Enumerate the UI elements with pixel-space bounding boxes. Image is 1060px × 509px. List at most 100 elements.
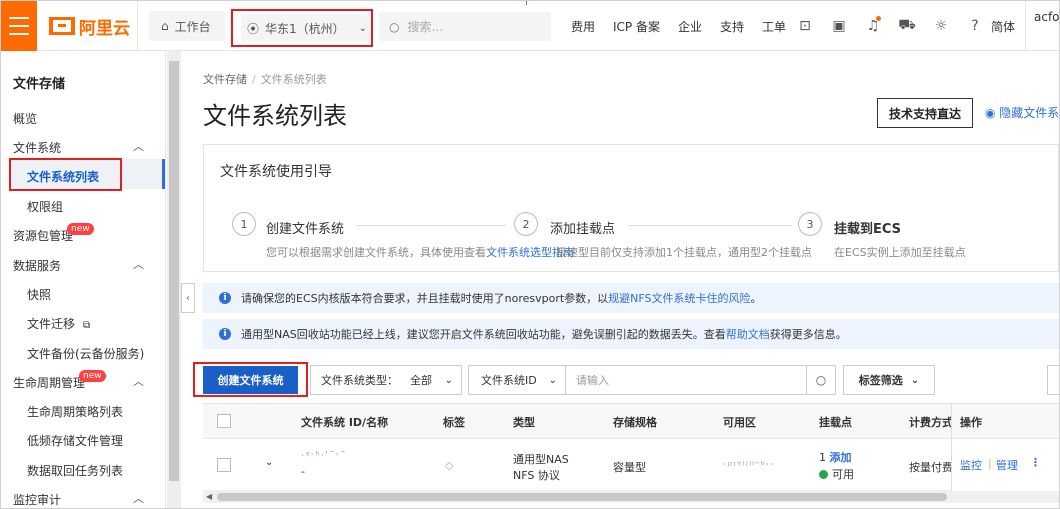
chevron-down-icon: ⌄ [910,374,920,386]
new-badge: new [67,223,94,235]
sidebar-item-package[interactable]: 资源包管理 [13,227,73,244]
hide-guide-link[interactable]: ◉ 隐藏文件系 [985,104,1059,121]
breadcrumb-root[interactable]: 文件存储 [203,73,247,86]
col-billing: 计费方式 [909,416,953,429]
step-number: 1 [232,212,256,236]
sidebar-group-audit[interactable]: 监控审计 [13,491,61,508]
sidebar-item-snapshot[interactable]: 快照 [27,286,51,303]
sidebar: 文件存储 概览 文件系统 ︿ 文件系统列表 权限组 资源包管理 new 数据服务… [1,51,166,508]
step-title: 创建文件系统 [266,222,345,237]
mount-status: 可用 [819,466,854,482]
bell-icon[interactable]: ♫ [863,16,883,36]
col-tag: 标签 [443,416,465,429]
ops-header: 操作 [952,403,1059,439]
chevron-down-icon: ⌄ [548,374,557,386]
region-selector[interactable]: ⦿ 华东1（杭州） ⌄ [241,14,371,42]
sidebar-group-lifecycle[interactable]: 生命周期管理 [13,374,85,391]
divider [526,1,527,5]
nav-enterprise[interactable]: 企业 [678,18,702,35]
sidebar-group-data-service[interactable]: 数据服务 [13,257,61,274]
col-ops: 操作 [960,416,982,429]
expand-row-icon[interactable]: ⌄ [265,457,273,468]
collapse-sidebar-button[interactable]: ‹ [181,283,195,313]
sidebar-item-overview[interactable]: 概览 [13,110,37,127]
more-icon[interactable]: ⋮ [1030,456,1041,469]
fs-type-value: 全部 [410,374,432,387]
billing-icon[interactable]: ⊡ [795,16,815,36]
bulb-icon[interactable]: ☼ [931,16,951,36]
help-icon[interactable]: ? [965,16,985,36]
sidebar-item-migration[interactable]: 文件迁移 ⧉ [27,315,90,332]
nav-support[interactable]: 支持 [720,18,744,35]
notice-kernel: i 请确保您的ECS内核版本符合要求，并且挂载时使用了noresvport参数，… [203,283,1059,313]
notification-dot [876,16,881,21]
step-desc: 您可以根据需求创建文件系统，具体使用查看文件系统选型指南 [266,244,574,260]
chevron-up-icon[interactable]: ︿ [133,373,144,389]
notice-text-end: 获得更多信息。 [769,328,847,341]
row-checkbox[interactable] [217,458,231,472]
sidebar-group-filesystem[interactable]: 文件系统 [13,139,61,156]
workbench-label: 工作台 [174,19,211,34]
aliyun-logo[interactable]: 阿里云 [49,14,130,39]
sidebar-scrollbar-thumb[interactable] [169,61,179,481]
manage-link[interactable]: 管理 [996,457,1018,473]
sidebar-item-lowfreq[interactable]: 低频存储文件管理 [27,432,123,449]
terminal-icon[interactable]: ▣ [829,16,849,36]
fs-name: - [301,465,305,478]
chevron-up-icon[interactable]: ︿ [133,256,144,272]
cart-icon[interactable]: ⛟ [897,16,917,36]
chevron-left-icon: ‹ [186,292,190,304]
account-menu[interactable]: acfor [1025,1,1059,51]
global-search-input[interactable]: ○ 搜索... [379,12,551,41]
sidebar-item-backup[interactable]: 文件备份(云备份服务) [27,345,144,362]
scroll-left-arrow-icon[interactable]: ◀ [206,492,212,501]
sidebar-item-lc-policy[interactable]: 生命周期策略列表 [27,403,123,420]
sidebar-item-fs-list[interactable]: 文件系统列表 [27,168,99,185]
notice-recycle-bin: i 通用型NAS回收站功能已经上线，建议您开启文件系统回收站功能，避免误删引起的… [203,319,1059,349]
add-mount-link[interactable]: 添加 [830,451,852,464]
menu-icon[interactable] [1,1,37,51]
top-icons: ⊡ ▣ ♫ ⛟ ☼ ? [795,16,999,36]
sidebar-item-retrieve[interactable]: 数据取回任务列表 [27,462,123,479]
tag-icon[interactable]: ◇ [445,459,453,472]
language-switch[interactable]: 简体 [991,18,1015,35]
search-field-label: 文件系统ID [481,374,537,387]
tech-support-button[interactable]: 技术支持直达 [877,98,973,128]
step-desc-text: 您可以根据需求创建文件系统，具体使用查看 [266,246,486,259]
chevron-up-icon[interactable]: ︿ [133,138,144,154]
create-filesystem-button[interactable]: 创建文件系统 [203,366,298,394]
search-button[interactable]: ○ [806,365,836,395]
divider [137,1,138,51]
step-connector [628,225,792,226]
fs-id-placeholder: 请输入 [576,374,609,387]
workbench-button[interactable]: ⌂ 工作台 [149,11,225,41]
sidebar-item-permission-group[interactable]: 权限组 [27,198,63,215]
step-number: 3 [798,212,822,236]
chevron-down-icon: ⌄ [358,22,368,34]
help-doc-link[interactable]: 帮助文档 [726,326,770,342]
col-mount: 挂载点 [819,416,852,429]
step-desc: 极速型目前仅支持添加1个挂载点，通用型2个挂载点 [556,246,812,259]
mount-count: 1 [819,451,826,464]
new-badge: new [79,370,106,382]
select-all-checkbox[interactable] [217,414,231,428]
fs-id-input[interactable]: 请输入 [565,365,807,395]
breadcrumb-current: 文件系统列表 [260,73,327,86]
toolbar-extra-button[interactable] [1047,365,1059,395]
monitor-link[interactable]: 监控 [960,457,982,473]
nav-fees[interactable]: 费用 [571,18,595,35]
tag-filter-button[interactable]: 标签筛选 ⌄ [843,365,935,395]
sidebar-item-label: 资源包管理 [13,229,74,243]
breadcrumb: 文件存储 / 文件系统列表 [203,71,327,87]
info-icon: i [219,292,231,304]
nav-icp[interactable]: ICP 备案 [613,18,660,35]
fs-type-select[interactable]: 文件系统类型： 全部 ⌄ [310,365,462,395]
table-hscrollbar-thumb[interactable] [217,493,947,501]
col-name[interactable]: 文件系统 ID/名称 [301,414,388,430]
notice-link[interactable]: 规避NFS文件系统卡住的风险 [608,290,750,306]
fs-id[interactable]: ·ˢˑʰᐧʼˉˑˉ [301,449,347,462]
search-field-select[interactable]: 文件系统ID ⌄ [468,365,566,395]
chevron-up-icon[interactable]: ︿ [133,490,144,506]
nav-ticket[interactable]: 工单 [762,18,786,35]
mount-status-text: 可用 [832,468,854,481]
